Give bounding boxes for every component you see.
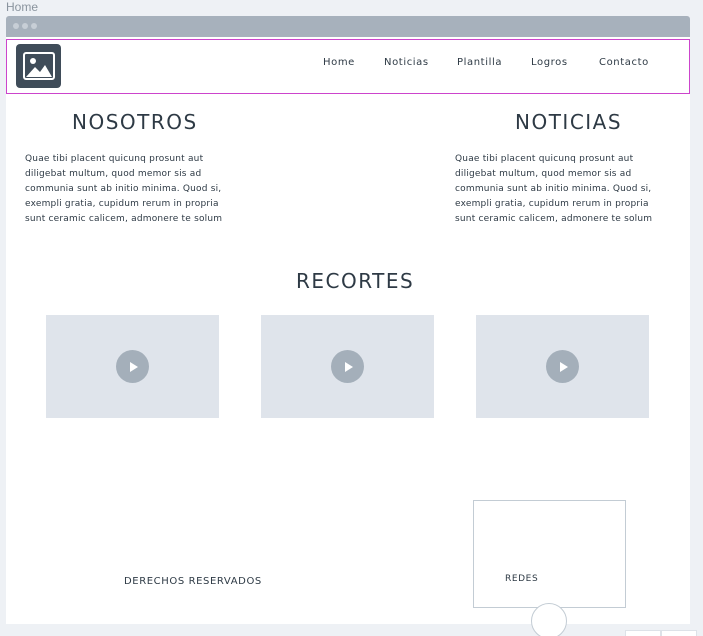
nav-noticias[interactable]: Noticias (384, 57, 429, 68)
play-icon[interactable] (331, 350, 364, 383)
navbar: Home Noticias Plantilla Logros Contacto (6, 39, 690, 94)
nav-contacto[interactable]: Contacto (599, 57, 649, 68)
browser-toolbar (6, 16, 690, 37)
nav-logros[interactable]: Logros (531, 57, 568, 68)
circle-element (531, 603, 567, 636)
bottom-tab (625, 630, 661, 636)
social-box: REDES (473, 500, 626, 608)
social-label: REDES (505, 574, 539, 584)
play-icon[interactable] (116, 350, 149, 383)
bottom-tab (661, 630, 697, 636)
video-placeholder-3[interactable] (476, 315, 649, 418)
window-dot (13, 23, 19, 29)
news-title: NOTICIAS (515, 110, 623, 134)
video-placeholder-2[interactable] (261, 315, 434, 418)
page-frame: Home Noticias Plantilla Logros Contacto … (6, 37, 690, 636)
image-placeholder-icon (22, 52, 55, 80)
about-title: NOSOTROS (72, 110, 198, 134)
window-dot (22, 23, 28, 29)
window-dot (31, 23, 37, 29)
nav-home[interactable]: Home (323, 57, 355, 68)
page-label: Home (6, 0, 39, 14)
clips-title: RECORTES (296, 269, 415, 293)
video-placeholder-1[interactable] (46, 315, 219, 418)
play-icon[interactable] (546, 350, 579, 383)
about-text: Quae tibi placent quicunq prosunt aut di… (25, 154, 223, 224)
logo-image-icon[interactable] (16, 44, 61, 88)
window-controls (13, 23, 37, 29)
nav-plantilla[interactable]: Plantilla (457, 57, 502, 68)
news-text: Quae tibi placent quicunq prosunt aut di… (455, 154, 653, 224)
footer-rights: DERECHOS RESERVADOS (124, 576, 262, 587)
